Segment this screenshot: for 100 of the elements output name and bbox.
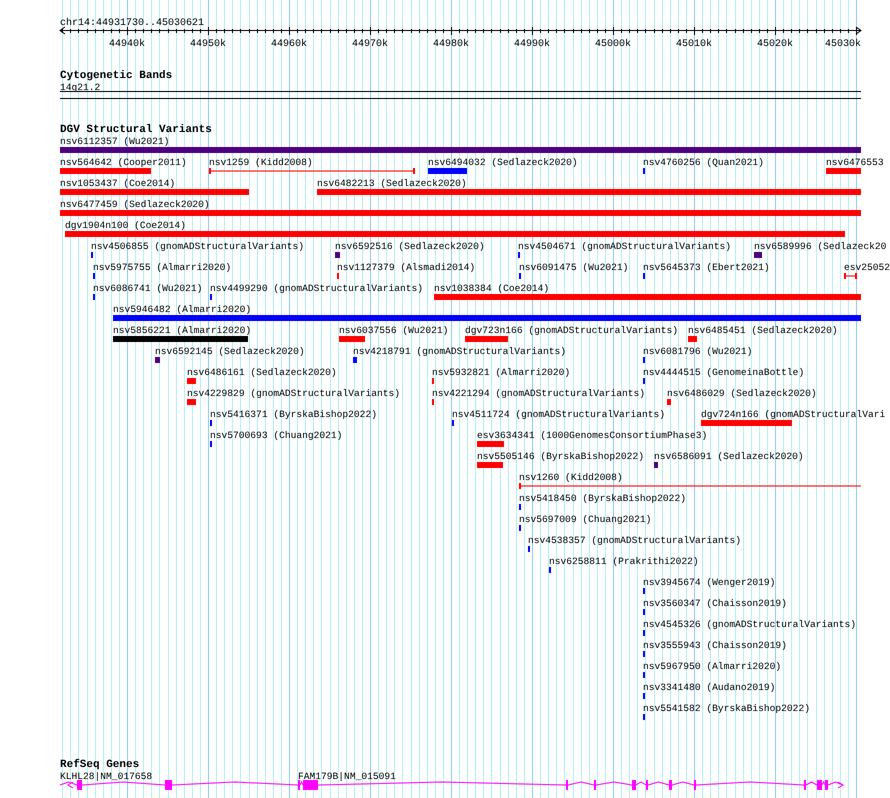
- variant-label: nsv4506855 (gnomADStructuralVariants): [91, 241, 304, 252]
- variant-bar[interactable]: [701, 420, 792, 426]
- variant-label: nsv5505146 (ByrskaBishop2022): [477, 451, 644, 462]
- variant-label: nsv6592145 (Sedlazeck2020): [155, 346, 305, 357]
- variant-bar[interactable]: [60, 147, 861, 153]
- variant-bar[interactable]: [317, 189, 861, 195]
- variant-bar[interactable]: [187, 378, 196, 384]
- variant-bar[interactable]: [339, 336, 365, 342]
- variant-label: nsv4218791 (gnomADStructuralVariants): [353, 346, 566, 357]
- tick-label: 44980k: [433, 39, 469, 50]
- variant-span[interactable]: [519, 483, 861, 489]
- variant-label: nsv6477459 (Sedlazeck2020): [60, 199, 210, 210]
- track-title: Cytogenetic Bands: [60, 70, 172, 82]
- variant-label: dgv724n166 (gnomADStructuralVari: [701, 409, 886, 420]
- variant-label: nsv4511724 (gnomADStructuralVariants): [452, 409, 666, 420]
- variant-bar[interactable]: [477, 462, 503, 468]
- variant-label: nsv1259 (Kidd2008): [209, 157, 313, 168]
- tick-label: 45030k: [825, 39, 861, 50]
- variant-label: nsv5967950 (Almarri2020): [643, 661, 782, 672]
- variant-bar[interactable]: [428, 168, 467, 174]
- variant-label: nsv4538357 (gnomADStructuralVariants): [528, 535, 742, 546]
- variant-label: nsv5416371 (ByrskaBishop2022): [210, 409, 377, 420]
- tick-label: 44950k: [190, 39, 226, 50]
- tick-label: 45020k: [757, 39, 793, 50]
- variant-label: nsv4444515 (GenomeinaBottle): [643, 367, 804, 378]
- variant-label: nsv3560347 (Chaisson2019): [643, 598, 787, 609]
- variant-label: nsv1038384 (Coe2014): [434, 283, 550, 294]
- variant-label: nsv6589996 (Sedlazeck20: [754, 241, 886, 252]
- variant-label: nsv6476553: [826, 157, 884, 168]
- variant-label: nsv6485451 (Sedlazeck2020): [688, 325, 838, 336]
- gene-model[interactable]: [298, 780, 844, 790]
- variant-label: nsv1053437 (Coe2014): [60, 178, 176, 189]
- variant-bar[interactable]: [754, 252, 762, 258]
- track-title: RefSeq Genes: [60, 759, 140, 771]
- variant-label: nsv6482213 (Sedlazeck2020): [317, 178, 467, 189]
- variant-bar[interactable]: [667, 399, 671, 405]
- variant-bar[interactable]: [434, 294, 861, 300]
- band-label: 14q21.2: [60, 82, 100, 93]
- variant-label: nsv4504671 (gnomADStructuralVariants): [518, 241, 732, 252]
- tick-label: 44960k: [271, 39, 307, 50]
- variant-label: nsv5700693 (Chuang2021): [210, 430, 342, 441]
- variant-label: esv3634341 (1000GenomesConsortiumPhase3): [477, 430, 708, 441]
- variant-bar[interactable]: [465, 336, 508, 342]
- variant-label: nsv5975755 (Almarri2020): [93, 262, 232, 273]
- variant-span[interactable]: [844, 273, 857, 279]
- variant-label: nsv5946482 (Almarri2020): [113, 304, 252, 315]
- variant-bar[interactable]: [60, 210, 861, 216]
- variant-bar[interactable]: [113, 315, 861, 321]
- variant-label: nsv6494032 (Sedlazeck2020): [428, 157, 578, 168]
- variant-bar[interactable]: [335, 252, 340, 258]
- variant-label: nsv5541582 (ByrskaBishop2022): [643, 703, 810, 714]
- variant-label: dgv1904n100 (Coe2014): [65, 220, 186, 231]
- variant-label: nsv6081796 (Wu2021): [643, 346, 752, 357]
- variant-label: nsv4499290 (gnomADStructuralVariants): [210, 283, 424, 294]
- variant-label: nsv3945674 (Wenger2019): [643, 577, 776, 588]
- variant-label: nsv564642 (Cooper2011): [60, 157, 187, 168]
- variant-bar[interactable]: [60, 189, 249, 195]
- gene-model[interactable]: [60, 780, 298, 790]
- variant-bar[interactable]: [60, 168, 151, 174]
- track-title: DGV Structural Variants: [60, 124, 212, 136]
- variant-bar[interactable]: [688, 336, 697, 342]
- variant-label: nsv6486029 (Sedlazeck2020): [667, 388, 817, 399]
- variant-label: nsv4760256 (Quan2021): [643, 157, 764, 168]
- tick-label: 45000k: [595, 39, 631, 50]
- variant-label: nsv5697009 (Chuang2021): [519, 514, 652, 525]
- variant-bar[interactable]: [65, 231, 845, 237]
- variant-bar[interactable]: [113, 336, 248, 342]
- tick-label: 44970k: [352, 39, 388, 50]
- variant-label: dgv723n166 (gnomADStructuralVariants): [465, 325, 678, 336]
- ruler-label: chr14:44931730..45030621: [60, 18, 204, 29]
- variant-label: nsv4221294 (gnomADStructuralVariants): [432, 388, 646, 399]
- variant-bar[interactable]: [477, 441, 504, 447]
- variant-bar[interactable]: [187, 399, 196, 405]
- variant-label: nsv3555943 (Chaisson2019): [643, 640, 787, 651]
- variant-label: nsv6091475 (Wu2021): [519, 262, 628, 273]
- variant-bar[interactable]: [826, 168, 861, 174]
- tick-label: 44990k: [514, 39, 550, 50]
- tick-label: 45010k: [676, 39, 712, 50]
- variant-label: nsv6486161 (Sedlazeck2020): [187, 367, 337, 378]
- variant-label: nsv5645373 (Ebert2021): [643, 262, 770, 273]
- gene-label: FAM179B|NM_015091: [298, 771, 396, 782]
- tick-label: 44940k: [109, 39, 145, 50]
- variant-label: nsv5856221 (Almarri2020): [113, 325, 252, 336]
- variant-label: nsv6086741 (Wu2021): [93, 283, 202, 294]
- variant-label: nsv6586091 (Sedlazeck2020): [654, 451, 804, 462]
- variant-label: nsv4229829 (gnomADStructuralVariants): [187, 388, 400, 399]
- variant-label: nsv6037556 (Wu2021): [339, 325, 448, 336]
- variant-label: nsv6258811 (Prakrithi2022): [549, 556, 699, 567]
- variant-label: nsv5418450 (ByrskaBishop2022): [519, 493, 686, 504]
- variant-label: nsv6592516 (Sedlazeck2020): [335, 241, 485, 252]
- variant-bar[interactable]: [353, 357, 357, 363]
- variant-label: nsv1260 (Kidd2008): [519, 472, 623, 483]
- variant-bar[interactable]: [654, 462, 658, 468]
- variant-label: nsv5932821 (Almarri2020): [432, 367, 570, 378]
- variant-bar[interactable]: [155, 357, 160, 363]
- variant-label: esv25052: [844, 262, 890, 273]
- variant-label: nsv3341480 (Audano2019): [643, 682, 776, 693]
- variant-label: nsv1127379 (Alsmadi2014): [337, 262, 476, 273]
- variant-label: nsv6112357 (Wu2021): [60, 136, 170, 147]
- variant-span[interactable]: [209, 168, 415, 174]
